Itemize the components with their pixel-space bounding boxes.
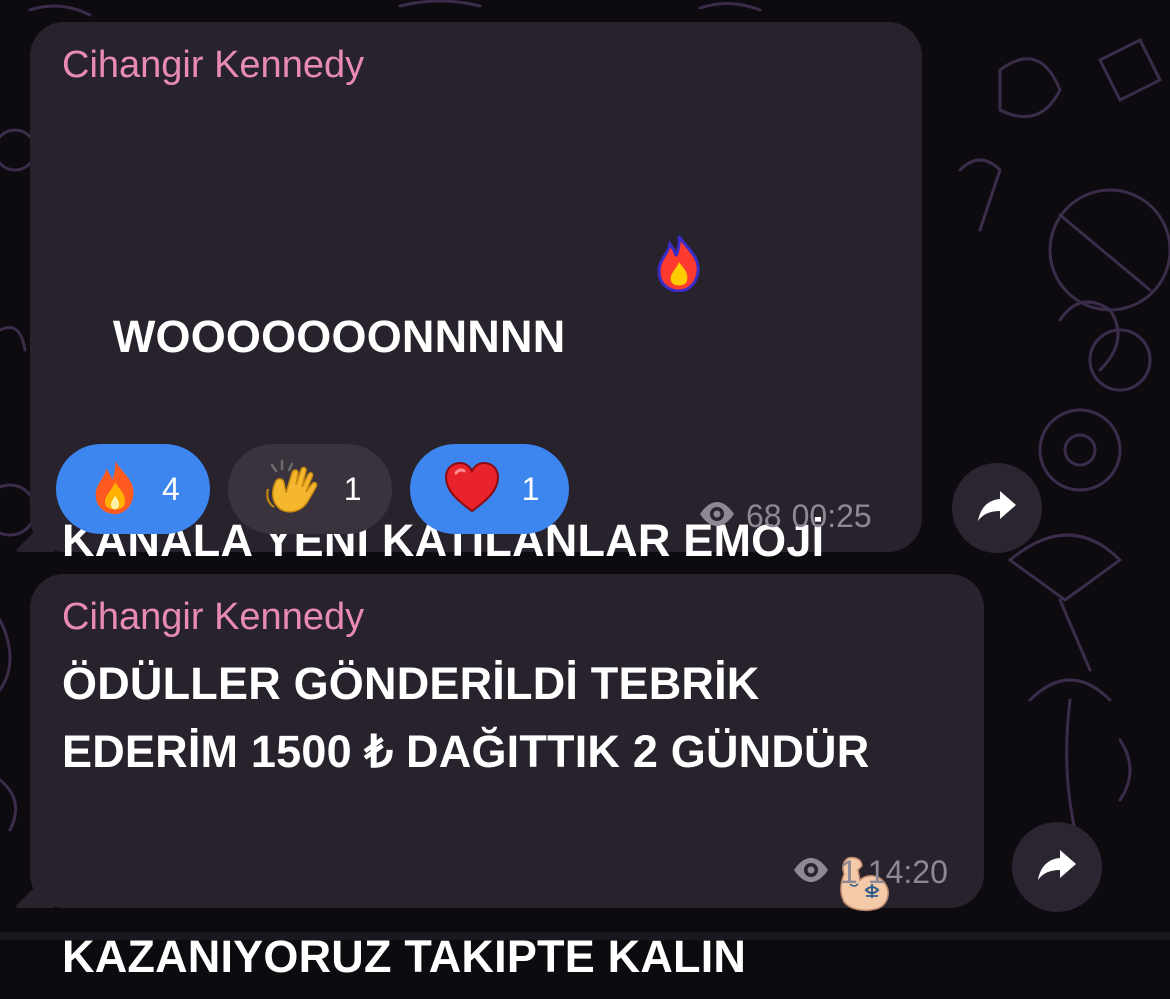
message-time: 00:25 (791, 498, 872, 534)
view-count: 68 (746, 498, 782, 534)
message-meta: 1 14:20 (792, 854, 948, 891)
fire-icon (579, 166, 701, 379)
message-bubble[interactable]: Cihangir Kennedy WOOOOOOONNNNN KANALA YE… (14, 22, 922, 702)
reaction-count: 1 (521, 470, 540, 507)
share-arrow-icon (1036, 848, 1078, 887)
reactions-bar: 4 1 1 (56, 444, 570, 534)
bottom-bar (0, 932, 1170, 940)
sender-name[interactable]: Cihangir Kennedy (62, 594, 952, 640)
share-button[interactable] (952, 463, 1042, 553)
sender-name[interactable]: Cihangir Kennedy (62, 42, 890, 88)
message-text-block: ÖDÜLLER GÖNDERİLDİ TEBRİK EDERİM 1500 ₺ … (62, 650, 952, 999)
flexed-biceps-icon (760, 786, 892, 999)
reaction-fire[interactable]: 4 (56, 444, 210, 534)
share-button[interactable] (1012, 822, 1102, 912)
view-count: 1 (840, 854, 858, 890)
reaction-clap[interactable]: 1 (227, 444, 392, 534)
message-meta: 68 00:25 (698, 498, 872, 535)
reaction-count: 4 (162, 470, 180, 507)
reaction-count: 1 (343, 470, 362, 507)
clapping-hands-icon (262, 459, 322, 520)
message-bubble[interactable]: Cihangir Kennedy ÖDÜLLER GÖNDERİLDİ TEBR… (14, 574, 984, 982)
eye-icon (792, 854, 830, 891)
message-text-line1: WOOOOOOONNNNN (112, 311, 566, 362)
message-first-line: WOOOOOOONNNNN (62, 98, 890, 447)
message-time: 14:20 (867, 854, 948, 890)
share-arrow-icon (976, 489, 1018, 528)
eye-icon (698, 498, 736, 535)
heart-icon (444, 461, 500, 518)
fire-icon (90, 459, 140, 520)
reaction-heart[interactable]: 1 (409, 444, 570, 534)
